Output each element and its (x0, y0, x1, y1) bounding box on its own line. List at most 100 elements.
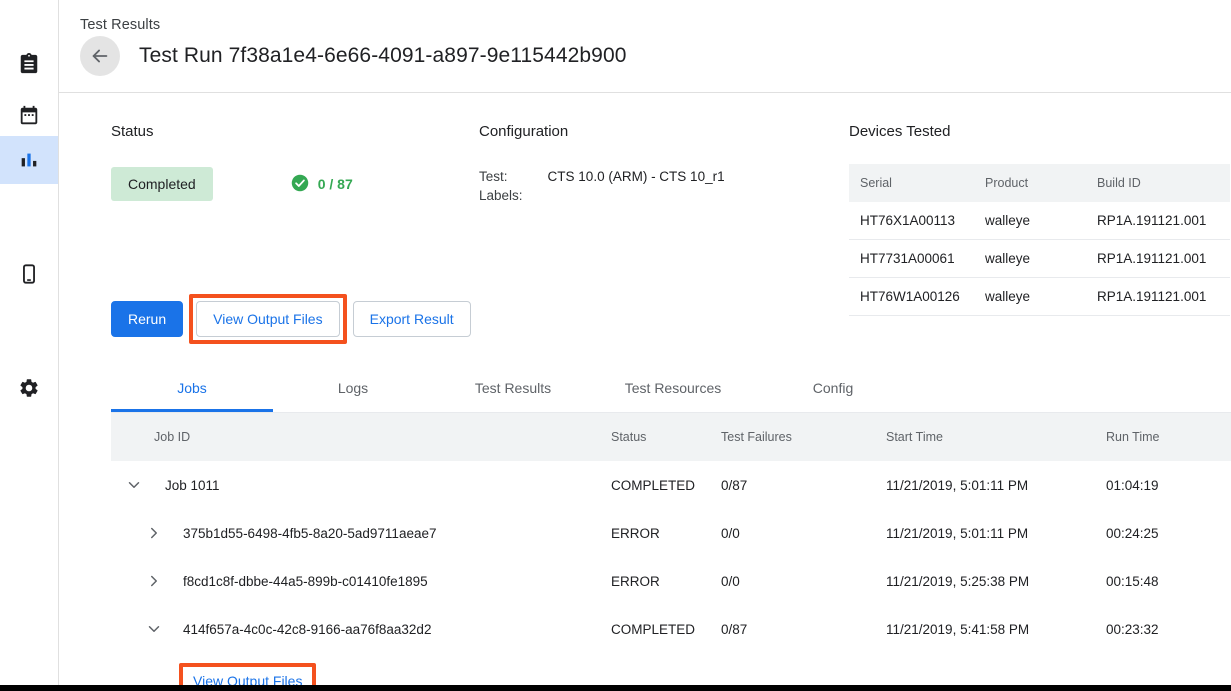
jobs-col-status: Status (611, 413, 721, 461)
jobs-col-test-failures: Test Failures (721, 413, 886, 461)
sidebar-item-devices[interactable] (0, 250, 58, 298)
configuration-list: Test: CTS 10.0 (ARM) - CTS 10_r1 Labels: (479, 169, 725, 203)
config-label-test: Test: (479, 169, 523, 184)
chevron-right-icon[interactable] (145, 572, 167, 590)
job-status: ERROR (611, 509, 721, 557)
table-row[interactable]: 375b1d55-6498-4fb5-8a20-5ad9711aeae7 ERR… (111, 509, 1231, 557)
job-id-text: f8cd1c8f-dbbe-44a5-899b-c01410fe1895 (183, 574, 428, 589)
device-product: walleye (985, 202, 1097, 240)
chevron-down-icon[interactable] (145, 620, 167, 638)
status-row: Completed 0 / 87 (111, 167, 353, 201)
sidebar-item-test-results[interactable] (0, 136, 58, 184)
bottom-bar (0, 685, 1231, 691)
title-row: Test Run 7f38a1e4-6e66-4091-a897-9e11544… (80, 36, 627, 76)
job-id-text: 414f657a-4c0c-42c8-9166-aa76f8aa32d2 (183, 622, 431, 637)
table-row: HT7731A00061 walleye RP1A.191121.001 (849, 240, 1230, 278)
failure-count-text: 0 / 87 (318, 176, 353, 192)
tab-test-results[interactable]: Test Results (433, 365, 593, 412)
job-id-text: 375b1d55-6498-4fb5-8a20-5ad9711aeae7 (183, 526, 436, 541)
job-run-time: 00:15:48 (1106, 557, 1231, 605)
job-status: COMPLETED (611, 461, 721, 509)
devices-tested-section: Devices Tested Serial Product Build ID H… (849, 123, 1231, 316)
tab-jobs[interactable]: Jobs (111, 365, 273, 412)
sidebar-item-clipboard[interactable] (0, 40, 58, 88)
jobs-col-job-id: Job ID (111, 413, 611, 461)
job-status: ERROR (611, 557, 721, 605)
status-section-title: Status (111, 123, 353, 140)
bar-chart-icon (18, 149, 40, 171)
gear-icon (18, 377, 40, 399)
table-row[interactable]: f8cd1c8f-dbbe-44a5-899b-c01410fe1895 ERR… (111, 557, 1231, 605)
configuration-section-title: Configuration (479, 123, 725, 140)
expanded-detail-row: View Output Files (111, 653, 1231, 685)
table-row[interactable]: 414f657a-4c0c-42c8-9166-aa76f8aa32d2 COM… (111, 605, 1231, 653)
devices-col-product: Product (985, 164, 1097, 202)
job-test-failures: 0/0 (721, 557, 886, 605)
tab-test-resources[interactable]: Test Resources (593, 365, 753, 412)
view-output-files-button[interactable]: View Output Files (196, 301, 339, 337)
tab-config[interactable]: Config (753, 365, 913, 412)
table-row[interactable]: Job 1011 COMPLETED 0/87 11/21/2019, 5:01… (111, 461, 1231, 509)
devices-table: Serial Product Build ID HT76X1A00113 wal… (849, 164, 1230, 316)
devices-section-title: Devices Tested (849, 123, 1231, 140)
device-serial: HT76W1A00126 (849, 278, 985, 316)
chevron-right-icon[interactable] (145, 524, 167, 542)
tab-logs[interactable]: Logs (273, 365, 433, 412)
job-run-time: 01:04:19 (1106, 461, 1231, 509)
clipboard-icon (18, 53, 40, 75)
job-view-output-files-highlight: View Output Files (179, 663, 316, 685)
sidebar (0, 0, 59, 685)
device-product: walleye (985, 278, 1097, 316)
calendar-icon (18, 105, 40, 127)
config-value-test: CTS 10.0 (ARM) - CTS 10_r1 (548, 169, 725, 184)
configuration-section: Configuration Test: CTS 10.0 (ARM) - CTS… (479, 123, 725, 203)
job-run-time: 00:24:25 (1106, 509, 1231, 557)
view-output-files-highlight: View Output Files (189, 294, 346, 344)
job-start-time: 11/21/2019, 5:41:58 PM (886, 605, 1106, 653)
jobs-table-header-row: Job ID Status Test Failures Start Time R… (111, 413, 1231, 461)
sidebar-item-calendar[interactable] (0, 92, 58, 140)
arrow-left-icon (89, 45, 111, 67)
breadcrumb: Test Results (80, 17, 160, 33)
device-build-id: RP1A.191121.001 (1097, 240, 1230, 278)
job-test-failures: 0/87 (721, 461, 886, 509)
status-badge: Completed (111, 167, 213, 201)
devices-col-serial: Serial (849, 164, 985, 202)
table-row: HT76X1A00113 walleye RP1A.191121.001 (849, 202, 1230, 240)
action-buttons: Rerun View Output Files Export Result (111, 294, 471, 344)
job-test-failures: 0/87 (721, 605, 886, 653)
jobs-col-run-time: Run Time (1106, 413, 1231, 461)
test-failure-summary: 0 / 87 (291, 174, 353, 195)
jobs-table: Job ID Status Test Failures Start Time R… (111, 413, 1231, 685)
page-title: Test Run 7f38a1e4-6e66-4091-a897-9e11544… (139, 44, 627, 68)
tab-bar: Jobs Logs Test Results Test Resources Co… (111, 365, 1231, 413)
job-view-output-files-link[interactable]: View Output Files (193, 673, 302, 685)
job-id-cell: f8cd1c8f-dbbe-44a5-899b-c01410fe1895 (111, 572, 611, 590)
device-product: walleye (985, 240, 1097, 278)
job-id-cell: Job 1011 (111, 476, 611, 494)
device-icon (18, 263, 40, 285)
config-value-labels (548, 188, 725, 203)
device-serial: HT76X1A00113 (849, 202, 985, 240)
job-status: COMPLETED (611, 605, 721, 653)
config-label-labels: Labels: (479, 188, 523, 203)
jobs-col-start-time: Start Time (886, 413, 1106, 461)
back-button[interactable] (80, 36, 120, 76)
job-start-time: 11/21/2019, 5:01:11 PM (886, 509, 1106, 557)
job-id-cell: 375b1d55-6498-4fb5-8a20-5ad9711aeae7 (111, 524, 611, 542)
job-start-time: 11/21/2019, 5:01:11 PM (886, 461, 1106, 509)
check-circle-icon (291, 174, 309, 195)
device-build-id: RP1A.191121.001 (1097, 202, 1230, 240)
devices-col-build-id: Build ID (1097, 164, 1230, 202)
job-test-failures: 0/0 (721, 509, 886, 557)
export-result-button[interactable]: Export Result (353, 301, 471, 337)
chevron-down-icon[interactable] (125, 476, 147, 494)
sidebar-item-settings[interactable] (0, 364, 58, 412)
main-content: Status Completed 0 / 87 Configuration Te… (59, 93, 1231, 685)
status-section: Status Completed 0 / 87 (111, 123, 353, 201)
device-build-id: RP1A.191121.001 (1097, 278, 1230, 316)
job-start-time: 11/21/2019, 5:25:38 PM (886, 557, 1106, 605)
job-id-cell: 414f657a-4c0c-42c8-9166-aa76f8aa32d2 (111, 620, 611, 638)
job-run-time: 00:23:32 (1106, 605, 1231, 653)
rerun-button[interactable]: Rerun (111, 301, 183, 337)
